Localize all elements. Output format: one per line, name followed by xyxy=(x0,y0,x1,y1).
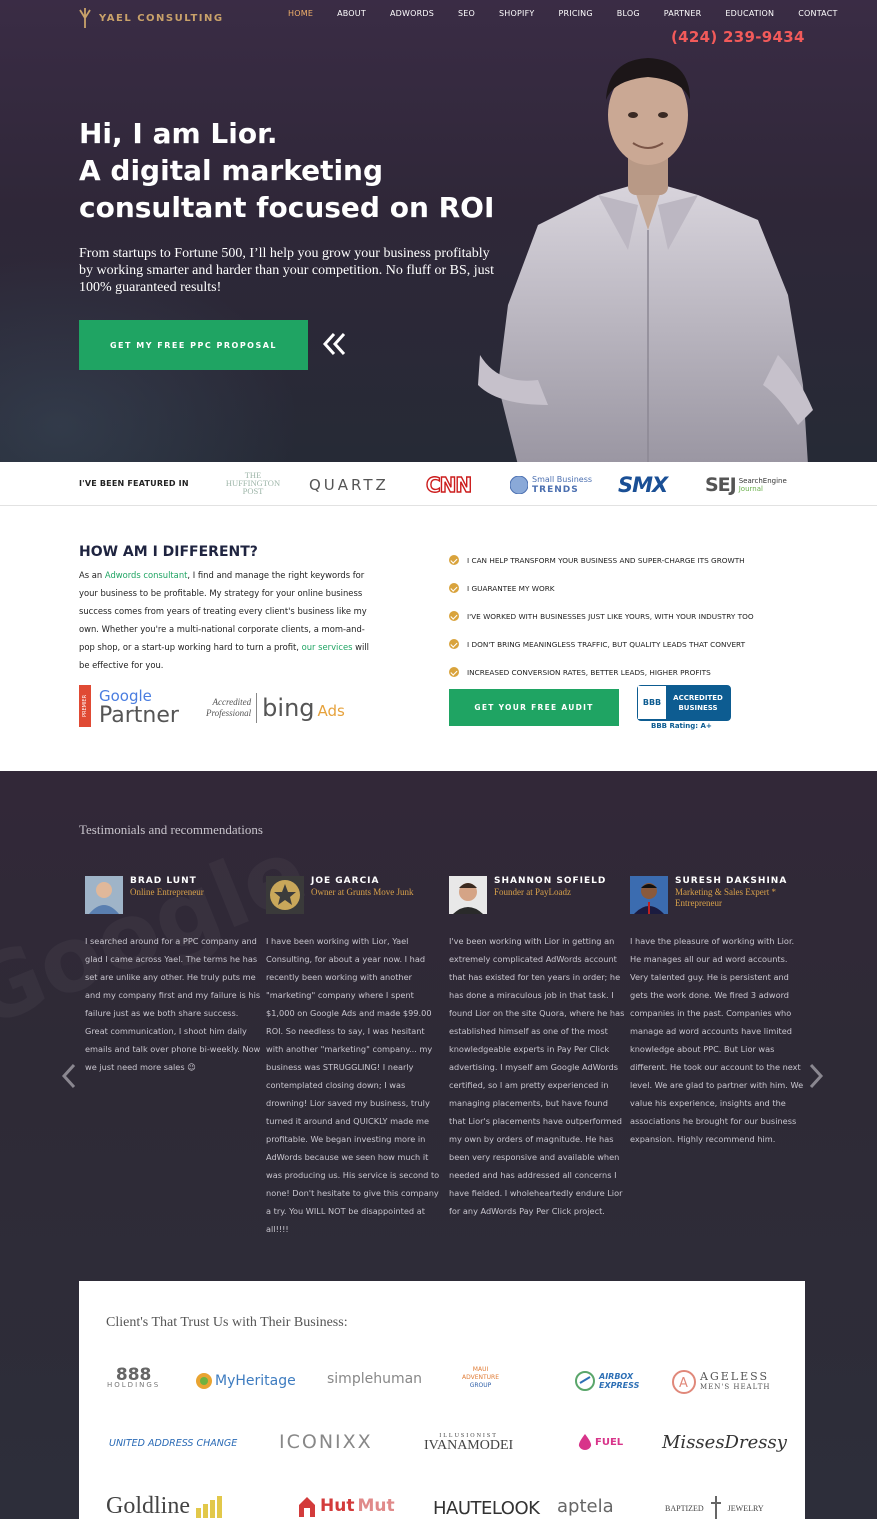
free-ppc-proposal-button[interactable]: GET MY FREE PPC PROPOSAL xyxy=(79,320,308,370)
client-logo-hautelook: HAUTELOOK xyxy=(433,1497,540,1519)
testimonial-name: BRAD LUNT xyxy=(130,876,197,886)
consultant-portrait xyxy=(478,58,813,462)
testimonial-role: Online Entrepreneur xyxy=(130,887,204,897)
check-icon xyxy=(449,611,459,621)
svg-text:A: A xyxy=(679,1376,688,1391)
airbox-icon xyxy=(575,1371,595,1391)
client-logo-airbox: AIRBOX EXPRESS xyxy=(575,1366,639,1396)
logo-text: YAEL CONSULTING xyxy=(99,12,224,24)
goldline-bars-icon xyxy=(196,1496,222,1518)
benefit-item: I'VE WORKED WITH BUSINESSES JUST LIKE YO… xyxy=(449,602,754,630)
avatar xyxy=(449,876,487,914)
bbb-accredited-badge[interactable]: BBB ACCREDITED BUSINESS BBB Rating: A+ xyxy=(637,685,731,733)
nav-adwords[interactable]: ADWORDS xyxy=(390,9,434,18)
headline-line-2: A digital marketing xyxy=(79,154,384,187)
nav-shopify[interactable]: SHOPIFY xyxy=(499,9,534,18)
testimonial-role: Marketing & Sales Expert * Entrepreneur xyxy=(675,887,776,908)
check-icon xyxy=(449,667,459,677)
client-logo-united-address-change: UNITED ADDRESS CHANGE xyxy=(109,1437,238,1449)
featured-in-bar: I'VE BEEN FEATURED IN THE HUFFINGTON POS… xyxy=(0,462,877,506)
sej-logo: SEJ SearchEngine Journal xyxy=(705,474,787,496)
testimonial-text: I have been working with Lior, Yael Cons… xyxy=(266,936,440,1234)
bing-ads-badge: Accredited Professional bing Ads xyxy=(206,693,345,723)
main-nav: HOME ABOUT ADWORDS SEO SHOPIFY PRICING B… xyxy=(288,9,838,18)
benefit-item: I CAN HELP TRANSFORM YOUR BUSINESS AND S… xyxy=(449,546,754,574)
benefit-item: I GUARANTEE MY WORK xyxy=(449,574,754,602)
client-logo-fuel: FUEL xyxy=(577,1427,623,1457)
small-business-trends-logo: Small Business TRENDS xyxy=(510,472,592,498)
hero-lead: From startups to Fortune 500, I’ll help … xyxy=(79,246,494,295)
double-chevron-left-icon[interactable] xyxy=(320,330,348,358)
nav-partner[interactable]: PARTNER xyxy=(664,9,702,18)
headline-line-3: consultant focused on ROI xyxy=(79,191,495,224)
benefit-item: INCREASED CONVERSION RATES, BETTER LEADS… xyxy=(449,658,754,686)
benefits-list: I CAN HELP TRANSFORM YOUR BUSINESS AND S… xyxy=(449,546,754,686)
testimonial-name: SHANNON SOFIELD xyxy=(494,876,607,886)
site-logo[interactable]: YAEL CONSULTING xyxy=(79,8,224,28)
smx-logo: SMX xyxy=(618,473,668,497)
client-logo-baptized: BAPTIZED JEWELRY xyxy=(665,1493,764,1519)
testimonial-name: SURESH DAKSHINA xyxy=(675,876,788,886)
testimonial-role: Founder at PayLoadz xyxy=(494,887,571,897)
avatar xyxy=(266,876,304,914)
how-different-section: HOW AM I DIFFERENT? As an Adwords consul… xyxy=(0,506,877,771)
nav-home[interactable]: HOME xyxy=(288,9,313,18)
fuel-drop-icon xyxy=(578,1434,592,1450)
client-logo-aptela: aptela xyxy=(557,1495,614,1517)
huffington-post-logo: THE HUFFINGTON POST xyxy=(225,470,281,496)
nav-pricing[interactable]: PRICING xyxy=(558,9,592,18)
testimonial-text: I've been working with Lior in getting a… xyxy=(449,936,625,1216)
nav-seo[interactable]: SEO xyxy=(458,9,475,18)
client-logo-misses-dressy: MissesDressy xyxy=(662,1431,787,1453)
testimonial-text: I searched around for a PPC company and … xyxy=(85,936,261,1072)
client-logo-myheritage: MyHeritage xyxy=(196,1366,296,1396)
avatar xyxy=(85,876,123,914)
nav-blog[interactable]: BLOG xyxy=(617,9,640,18)
testimonial-name: JOE GARCIA xyxy=(311,876,380,886)
avatar xyxy=(630,876,668,914)
quartz-logo: QUARTZ xyxy=(309,476,389,494)
featured-label: I'VE BEEN FEATURED IN xyxy=(79,479,189,488)
logo-icon xyxy=(79,8,91,28)
headline-line-1: Hi, I am Lior. xyxy=(79,117,278,150)
google-partner-badge: PREMIER Google Partner xyxy=(79,684,179,728)
hero-section: YAEL CONSULTING HOME ABOUT ADWORDS SEO S… xyxy=(0,0,877,462)
client-logo-iconixx: ICONIXX xyxy=(279,1431,373,1453)
testimonial-role: Owner at Grunts Move Junk xyxy=(311,887,414,897)
check-icon xyxy=(449,583,459,593)
myheritage-icon xyxy=(196,1373,212,1389)
testimonial-text: I have the pleasure of working with Lior… xyxy=(630,936,804,1144)
free-audit-button[interactable]: GET YOUR FREE AUDIT xyxy=(449,689,619,726)
client-logo-hutmut: Hut Mut xyxy=(297,1491,395,1519)
ageless-icon: A xyxy=(672,1370,696,1394)
cnn-logo: CNN xyxy=(425,472,473,497)
our-services-link[interactable]: our services xyxy=(302,642,353,652)
clients-title: Client's That Trust Us with Their Busine… xyxy=(106,1315,348,1330)
testimonials-title: Testimonials and recommendations xyxy=(79,822,263,837)
different-paragraph: As an Adwords consultant, I find and man… xyxy=(79,570,369,670)
client-logo-goldline: Goldline xyxy=(106,1491,224,1519)
carousel-next-arrow-icon[interactable] xyxy=(808,1063,824,1089)
client-logo-simplehuman: simplehuman xyxy=(327,1371,423,1387)
phone-number[interactable]: (424) 239-9434 xyxy=(671,28,805,46)
check-icon xyxy=(449,555,459,565)
hero-headline: Hi, I am Lior. A digital marketing consu… xyxy=(79,115,519,226)
baptized-cross-icon xyxy=(710,1496,721,1519)
client-logo-maui-adventure: MAUI ADVENTURE GROUP xyxy=(462,1366,500,1389)
nav-about[interactable]: ABOUT xyxy=(337,9,366,18)
carousel-prev-arrow-icon[interactable] xyxy=(61,1063,77,1089)
section-title: HOW AM I DIFFERENT? xyxy=(79,544,258,560)
client-logo-ageless: A AGELESS MEN'S HEALTH xyxy=(672,1367,770,1397)
nav-contact[interactable]: CONTACT xyxy=(798,9,837,18)
client-logo-888: 888 HOLDINGS xyxy=(107,1365,161,1390)
sbt-globe-icon xyxy=(510,476,528,494)
hutmut-house-icon xyxy=(299,1497,315,1517)
benefit-item: I DON'T BRING MEANINGLESS TRAFFIC, BUT Q… xyxy=(449,630,754,658)
nav-education[interactable]: EDUCATION xyxy=(725,9,774,18)
check-icon xyxy=(449,639,459,649)
clients-section: Client's That Trust Us with Their Busine… xyxy=(79,1281,805,1519)
adwords-consultant-link[interactable]: Adwords consultant xyxy=(105,570,188,580)
client-logo-ivan-amodei: ILLUSIONIST IVANAMODEI xyxy=(424,1433,514,1453)
